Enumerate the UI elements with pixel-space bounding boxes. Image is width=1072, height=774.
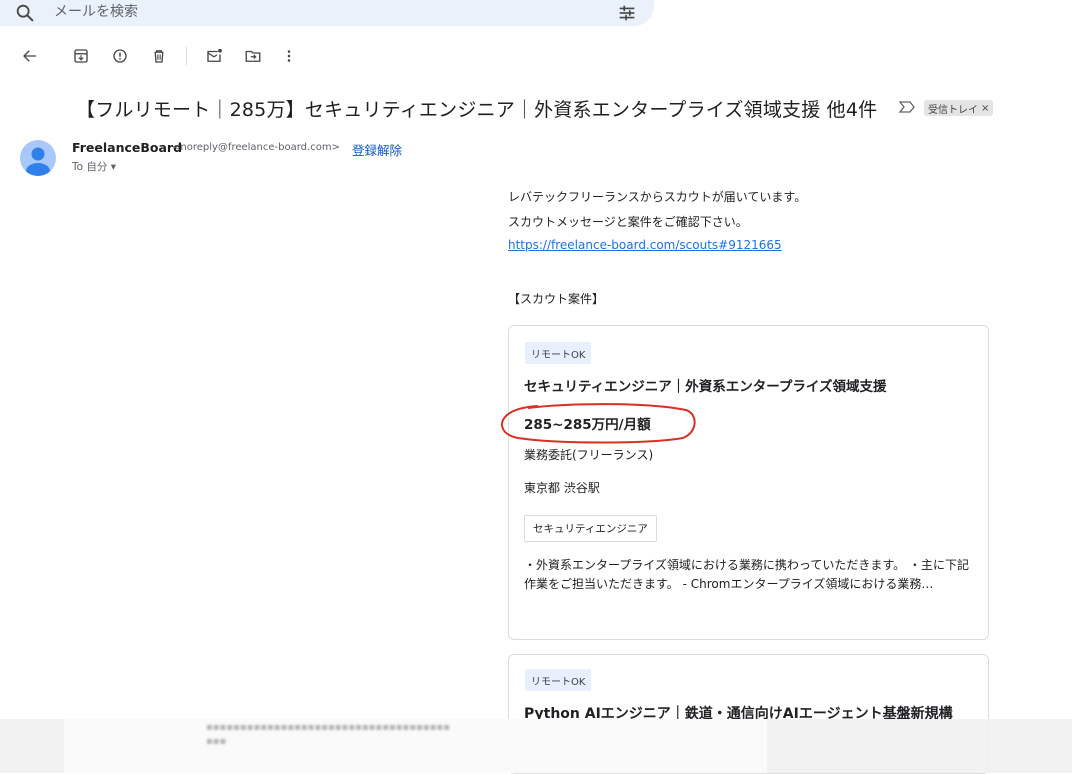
job-description: ・外資系エンタープライズ領域における業務に携わっていただきます。 ・主に下記作業… [524, 558, 969, 591]
section-title: 【スカウト案件】 [508, 292, 605, 306]
search-options-icon[interactable] [616, 2, 638, 24]
move-to-icon [245, 50, 261, 62]
remote-badge: リモートOK [525, 342, 592, 364]
body-line-1: レバテックフリーランスからスカウトが届いています。 [508, 190, 807, 204]
job-location: 東京都 渋谷駅 [524, 481, 600, 495]
job-contract-type: 業務委託(フリーランス) [524, 448, 654, 462]
delete-button[interactable] [149, 46, 169, 66]
scout-link[interactable]: https://freelance-board.com/scouts#91216… [508, 238, 782, 252]
toolbar-divider [186, 47, 187, 65]
search-icon[interactable] [14, 2, 36, 24]
body-line-2: スカウトメッセージと案件をご確認下さい。 [508, 215, 748, 229]
label-text: 受信トレイ [928, 104, 978, 116]
job-title[interactable]: セキュリティエンジニア｜外資系エンタープライズ領域支援 [524, 375, 886, 395]
back-button[interactable] [20, 46, 40, 66]
job-card[interactable]: リモートOK セキュリティエンジニア｜外資系エンタープライズ領域支援 285~2… [508, 325, 989, 640]
archive-button[interactable] [71, 46, 91, 66]
blurred-overlay: ▪▪▪▪▪▪▪▪▪▪▪▪▪▪▪▪▪▪▪▪▪▪▪▪▪▪▪▪▪▪▪▪▪▪▪▪ ▪▪▪ [0, 719, 1072, 773]
highlight-circle-annotation [501, 403, 696, 444]
recipient-dropdown[interactable]: To 自分 ▾ [72, 159, 116, 174]
arrow-left-icon [23, 50, 36, 62]
sender-name[interactable]: FreelanceBoard [72, 140, 182, 155]
remove-label-icon[interactable]: × [981, 103, 989, 114]
search-bar[interactable]: メールを検索 [0, 0, 654, 26]
mark-unread-button[interactable] [204, 46, 224, 66]
unsubscribe-link[interactable]: 登録解除 [352, 140, 402, 159]
sender-email: <noreply@freelance-board.com> [172, 142, 340, 153]
important-marker-icon[interactable] [898, 100, 916, 114]
email-subject: 【フルリモート｜285万】セキュリティエンジニア｜外資系エンタープライズ領域支援… [76, 99, 878, 121]
inbox-label-chip: 受信トレイ × [924, 100, 994, 116]
more-options-button[interactable] [279, 46, 299, 66]
trash-icon [154, 50, 164, 63]
report-spam-button[interactable] [110, 46, 130, 66]
skill-tag: セキュリティエンジニア [524, 515, 657, 542]
search-input[interactable]: メールを検索 [54, 1, 138, 21]
avatar [20, 140, 56, 176]
remote-badge: リモートOK [525, 669, 592, 691]
archive-icon [74, 49, 88, 63]
blurred-text: ▪▪▪▪▪▪▪▪▪▪▪▪▪▪▪▪▪▪▪▪▪▪▪▪▪▪▪▪▪▪▪▪▪▪▪▪ ▪▪▪ [206, 722, 450, 747]
more-vert-icon [287, 50, 291, 62]
move-to-button[interactable] [243, 46, 263, 66]
person-icon [26, 147, 50, 176]
report-spam-icon [113, 49, 127, 63]
mark-unread-icon [207, 48, 222, 62]
